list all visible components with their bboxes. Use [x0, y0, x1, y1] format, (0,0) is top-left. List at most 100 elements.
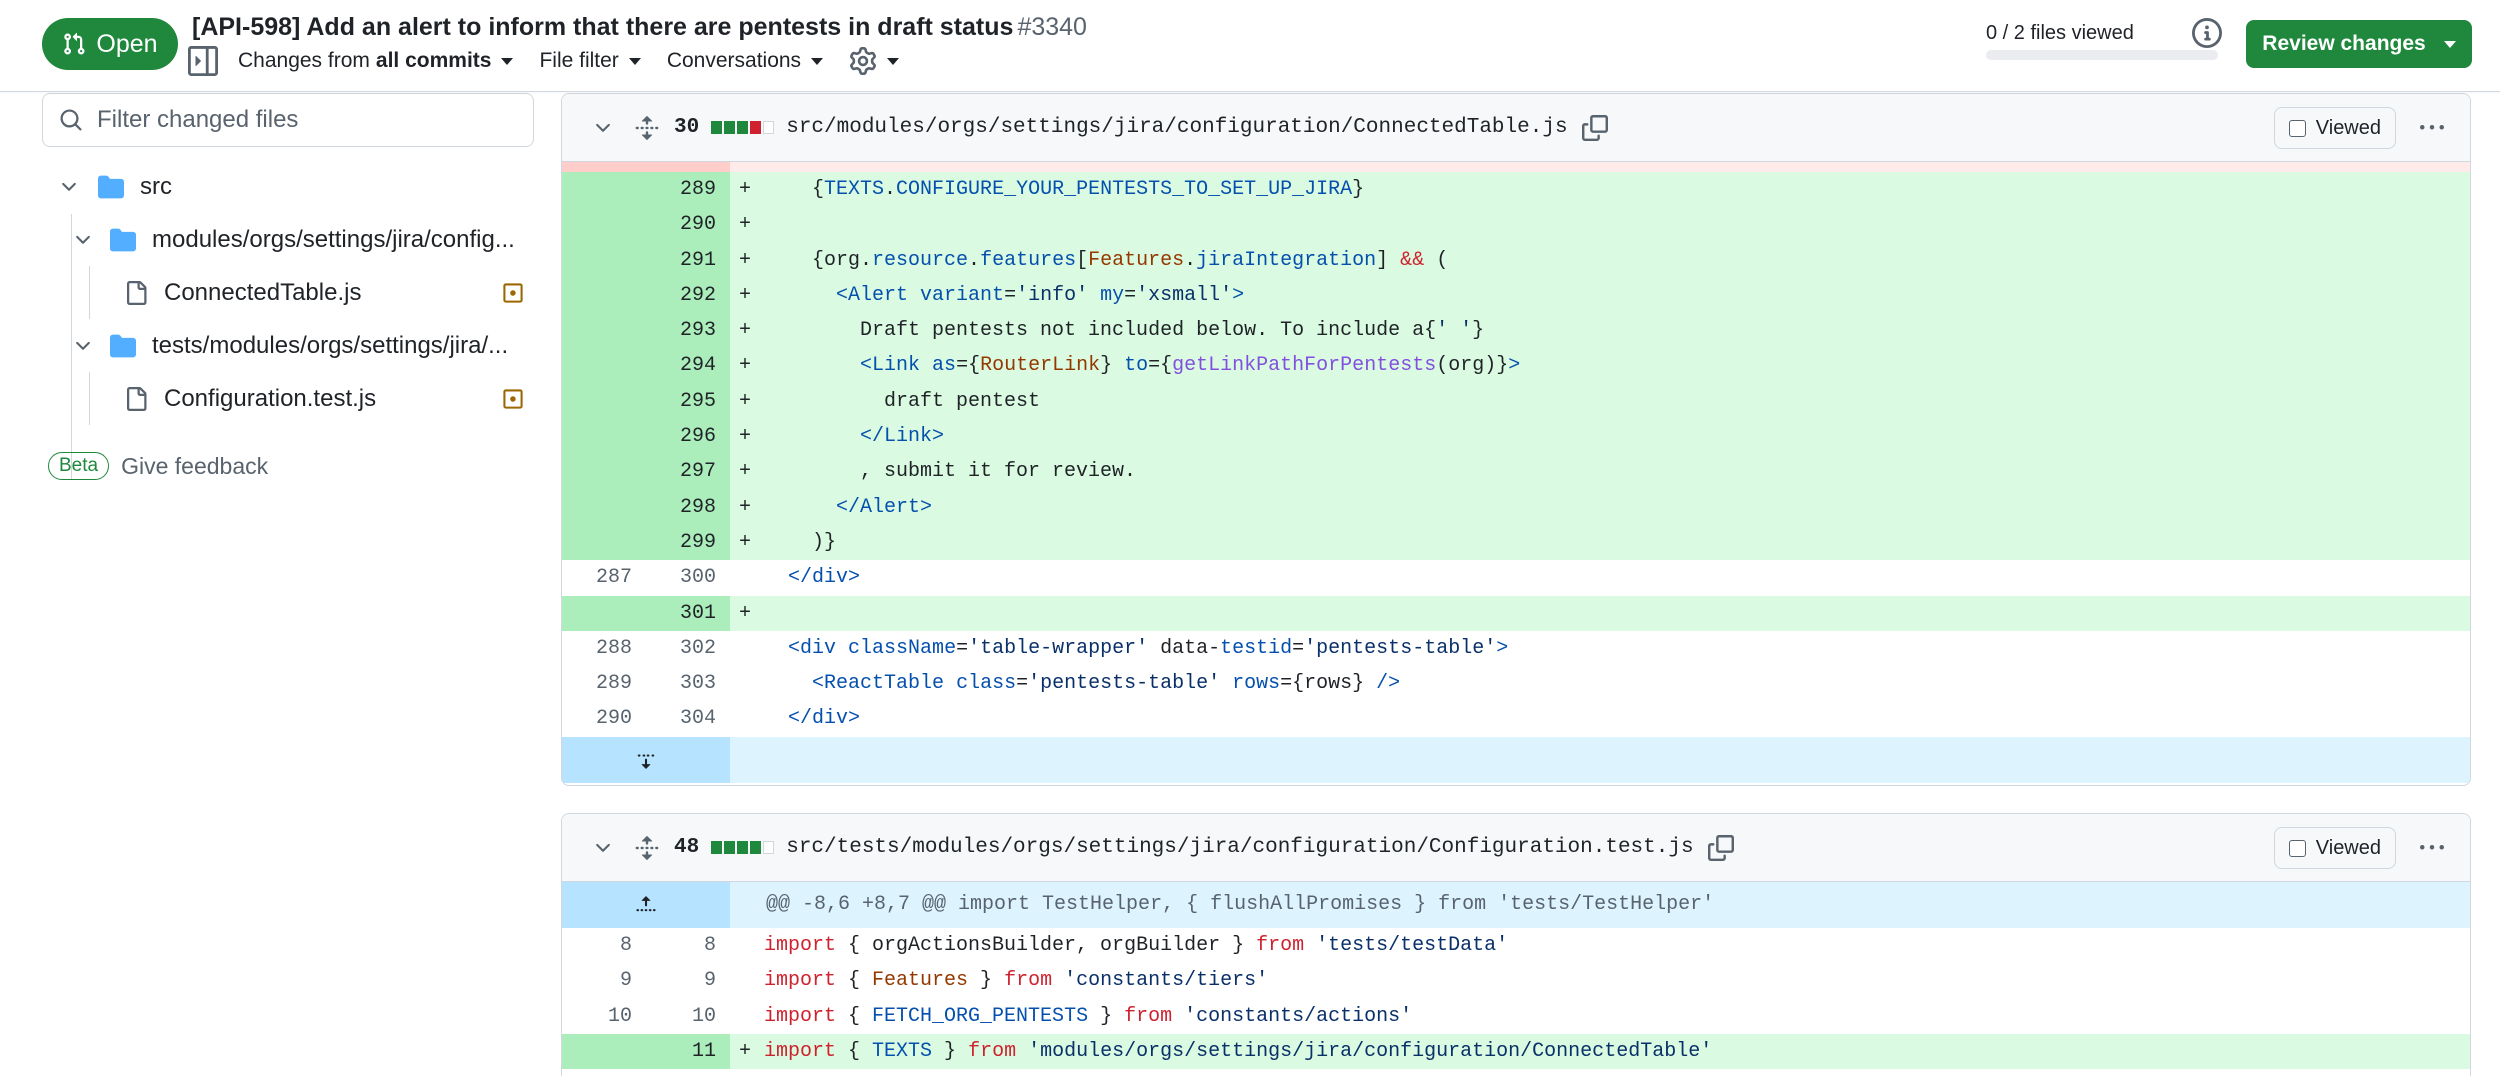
diff-marker: + [730, 524, 760, 561]
viewed-checkbox[interactable]: Viewed [2273, 827, 2396, 869]
tree-file-configuration-test[interactable]: Configuration.test.js [42, 372, 534, 425]
expand-down-row[interactable] [562, 736, 2470, 783]
new-line-number[interactable]: 294 [646, 348, 730, 384]
diff-file-path[interactable]: src/modules/orgs/settings/jira/configura… [786, 116, 1567, 139]
old-line-number[interactable]: 289 [562, 666, 646, 701]
code-line: </div> [788, 707, 861, 731]
folder-icon [98, 175, 124, 198]
chevron-down-icon[interactable] [592, 117, 614, 139]
old-line-number[interactable] [562, 207, 646, 243]
review-changes-button[interactable]: Review changes [2246, 20, 2472, 68]
checkbox-icon [2288, 119, 2306, 137]
tree-label: src [140, 172, 172, 200]
diff-line-context: 9 9 import { Features } from 'constants/ti… [562, 963, 2470, 998]
diff-marker [730, 963, 760, 998]
diff-line-context: 288 302 <div className='table-wrapper' da… [562, 631, 2470, 666]
old-line-number[interactable]: 287 [562, 560, 646, 595]
diff-marker: + [730, 348, 760, 384]
new-line-number[interactable]: 293 [646, 313, 730, 349]
old-line-number[interactable] [562, 419, 646, 455]
viewed-checkbox[interactable]: Viewed [2273, 107, 2396, 149]
caret-down-icon [887, 57, 900, 65]
new-line-number[interactable]: 299 [646, 524, 730, 561]
chevron-down-icon[interactable] [592, 837, 614, 859]
old-line-number[interactable]: 288 [562, 631, 646, 666]
file-modified-icon [503, 282, 523, 303]
old-line-number[interactable] [562, 524, 646, 561]
diff-marker [730, 560, 760, 595]
changes-from-value: all commits [375, 49, 492, 72]
expand-down-button[interactable] [562, 736, 730, 783]
old-line-number[interactable]: 10 [562, 999, 646, 1034]
diff-file-header: 48 src/tests/modules/orgs/settings/jira/… [562, 814, 2470, 882]
pr-subtoolbar: Changes from all commits File filter Con… [188, 46, 925, 76]
new-line-number[interactable]: 291 [646, 242, 730, 278]
new-line-number[interactable]: 295 [646, 383, 730, 420]
review-changes-label: Review changes [2262, 32, 2426, 55]
diffstat-added-block [711, 841, 723, 854]
tree-file-connectedtable[interactable]: ConnectedTable.js [42, 266, 534, 319]
expand-all-icon[interactable] [634, 835, 660, 861]
old-line-number[interactable]: 8 [562, 928, 646, 963]
new-line-number[interactable]: 304 [646, 701, 730, 736]
new-line-number[interactable]: 297 [646, 454, 730, 490]
new-line-number[interactable]: 289 [646, 172, 730, 208]
diff-marker: + [730, 595, 760, 631]
kebab-menu-icon[interactable] [2418, 836, 2446, 860]
code-line: Draft pentests not included below. To in… [760, 313, 2470, 349]
changes-from-prefix: Changes from [238, 49, 370, 72]
search-icon [60, 109, 82, 131]
tree-folder-src[interactable]: src [42, 160, 534, 213]
settings-dropdown[interactable] [849, 47, 900, 75]
give-feedback-link[interactable]: Beta Give feedback [48, 452, 268, 480]
old-line-number[interactable] [562, 242, 646, 278]
diff-line-added: 299 + )} [562, 524, 2470, 561]
new-line-number[interactable]: 301 [646, 595, 730, 631]
old-line-number[interactable] [562, 1033, 646, 1070]
old-line-number[interactable] [562, 313, 646, 349]
diff-file-path[interactable]: src/tests/modules/orgs/settings/jira/con… [786, 836, 1693, 859]
old-line-number[interactable]: 290 [562, 701, 646, 736]
tree-folder-modules[interactable]: modules/orgs/settings/jira/config... [42, 213, 534, 266]
new-line-number[interactable]: 302 [646, 631, 730, 666]
old-line-number[interactable] [562, 383, 646, 420]
new-line-number[interactable]: 290 [646, 207, 730, 243]
old-line-number[interactable] [562, 277, 646, 314]
diff-change-count: 30 [674, 116, 700, 139]
new-line-number[interactable]: 8 [646, 928, 730, 963]
diff-marker: + [730, 242, 760, 278]
old-line-number[interactable] [562, 489, 646, 525]
old-line-number[interactable] [562, 454, 646, 490]
diff-marker [730, 701, 760, 736]
old-line-number[interactable] [562, 595, 646, 631]
expand-all-icon[interactable] [634, 115, 660, 141]
copy-icon[interactable] [1581, 114, 1608, 141]
copy-icon[interactable] [1707, 834, 1734, 861]
new-line-number[interactable]: 10 [646, 999, 730, 1034]
conversations-dropdown[interactable]: Conversations [667, 49, 824, 73]
new-line-number[interactable]: 298 [646, 489, 730, 525]
filter-files-input[interactable] [97, 106, 517, 134]
new-line-number[interactable]: 303 [646, 666, 730, 701]
filter-files-field[interactable] [42, 93, 534, 147]
new-line-number[interactable]: 296 [646, 419, 730, 455]
kebab-menu-icon[interactable] [2418, 116, 2446, 140]
new-line-number[interactable]: 9 [646, 963, 730, 998]
changes-from-dropdown[interactable]: Changes from all commits [238, 49, 514, 73]
code-line: </Alert> [760, 489, 2470, 525]
tree-folder-tests[interactable]: tests/modules/orgs/settings/jira/... [42, 319, 534, 372]
info-icon[interactable] [2192, 18, 2222, 48]
file-filter-dropdown[interactable]: File filter [539, 49, 641, 73]
old-line-number[interactable] [562, 172, 646, 208]
old-line-number[interactable]: 9 [562, 963, 646, 998]
new-line-number[interactable]: 11 [646, 1033, 730, 1070]
files-viewed-progress [1986, 50, 2218, 60]
old-line-number[interactable] [562, 348, 646, 384]
code-line: draft pentest [760, 383, 2470, 420]
expand-up-button[interactable] [562, 882, 730, 928]
new-line-number[interactable]: 300 [646, 560, 730, 595]
diff-line-context: 8 8 import { orgActionsBuilder, orgBuilder… [562, 928, 2470, 963]
diff-marker: + [730, 489, 760, 525]
new-line-number[interactable]: 292 [646, 277, 730, 314]
sidebar-toggle-icon[interactable] [188, 46, 218, 76]
